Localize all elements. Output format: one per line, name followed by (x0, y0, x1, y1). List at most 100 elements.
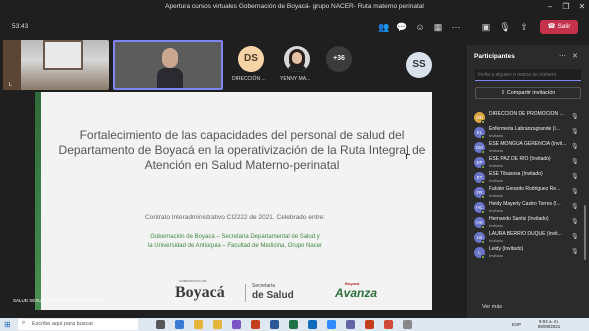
participant-tile-ds[interactable]: DS DIRECCIÓN ... (232, 46, 266, 82)
share-invite-button[interactable]: ⇪ Compartir invitación (475, 87, 581, 99)
participants-panel: Participantes ⋯ ✕ ⇪ Compartir invitación… (467, 45, 589, 318)
participant-tile-ss[interactable]: SS (406, 52, 432, 78)
mic-off-icon: 🎙 (571, 234, 579, 240)
avatar-body (288, 65, 306, 72)
participant-name: ESE PAZ DE RIO (Invitado) (489, 156, 551, 162)
participant-role: Invitado (489, 193, 504, 198)
clock-date: 09/09/2021 (537, 324, 561, 329)
list-item[interactable]: EL Enfermeria Labranzagrande (I... Invit… (473, 126, 583, 141)
speaker-body (157, 68, 183, 88)
panel-scrollbar[interactable] (584, 205, 586, 260)
avatar: DS (238, 46, 264, 72)
participant-name: Hernando Santiz (Invitado) (489, 216, 549, 222)
list-item[interactable]: EM ESE MONGUA GERENCIA (Invit... Invitad… (473, 141, 583, 156)
share-invite-label: Compartir invitación (506, 90, 556, 96)
mouse-cursor (406, 154, 410, 159)
maximize-icon[interactable]: ❐ (561, 2, 571, 12)
list-item[interactable]: FR Fabián Gerardo Rodriguez Re... Invita… (473, 186, 583, 201)
video-tile-label: L (9, 82, 12, 88)
file-explorer-icon[interactable] (213, 320, 222, 329)
participant-list: DD DIRECCIÓN DE PROMOCIÓN ... 🎙 EL Enfer… (473, 111, 583, 261)
mic-off-icon: 🎙 (571, 114, 579, 120)
speaker-video (157, 46, 183, 88)
app-icon[interactable] (403, 320, 412, 329)
title-bar: Apertura cursos virtuales Gobernación de… (0, 0, 589, 14)
presence-icon (481, 195, 485, 199)
mic-off-icon[interactable]: 🎙 (499, 21, 511, 33)
chat-icon[interactable]: 💬 (396, 21, 408, 33)
video-tile-1[interactable]: L (3, 40, 109, 90)
powerpoint-icon[interactable] (251, 320, 260, 329)
mic-off-icon: 🎙 (571, 204, 579, 210)
outlook-icon[interactable] (308, 320, 317, 329)
slide-parties: Gobernación de Boyacá – Secretaria Depar… (45, 233, 425, 251)
more-actions-icon[interactable]: ⋯ (450, 21, 462, 33)
taskbar-search[interactable]: Escribe aquí para buscar (18, 319, 138, 330)
participant-name: Heidy Mayerly Castro Torres (I... (489, 201, 561, 207)
list-item[interactable]: ET ESE Tibasosa (Invitado) Invitado 🎙 (473, 171, 583, 186)
onenote-icon[interactable] (232, 320, 241, 329)
search-icon: ⌕ (22, 320, 26, 326)
video-tile-speaker[interactable] (113, 40, 223, 90)
list-item[interactable]: L Leidy (Invitado) Invitado 🎙 (473, 246, 583, 261)
zoom-icon[interactable] (327, 320, 336, 329)
slide-accent-bar (35, 92, 41, 310)
clock[interactable]: 9:04 a. m. 09/09/2021 (532, 319, 566, 329)
see-more-link[interactable]: Ver más (482, 304, 502, 310)
participant-name: Leidy (Invitado) (489, 246, 524, 252)
list-item[interactable]: HC Heidy Mayerly Castro Torres (I... Inv… (473, 201, 583, 216)
participant-role: Invitado (489, 163, 504, 168)
close-icon[interactable]: ✕ (572, 52, 578, 60)
invite-input[interactable] (475, 69, 581, 81)
mic-off-icon: 🎙 (571, 249, 579, 255)
windows-start-icon[interactable]: ⊞ (4, 320, 13, 329)
avanza-logo: Avanza (335, 286, 378, 300)
reactions-icon[interactable]: ☺ (414, 21, 426, 33)
participant-role: Invitado (489, 253, 504, 258)
shared-slide: Fortalecimiento de las capacidades del p… (35, 92, 432, 310)
close-icon[interactable]: ✕ (577, 2, 587, 12)
excel-icon[interactable] (289, 320, 298, 329)
salud-label: de Salud (252, 290, 294, 301)
list-item[interactable]: HS Hernando Santiz (Invitado) Invitado 🎙 (473, 216, 583, 231)
participant-role: Invitado (489, 178, 504, 183)
participant-tile-yenny[interactable]: YENNY MA... (280, 46, 310, 82)
edge-icon[interactable] (175, 320, 184, 329)
list-item[interactable]: EP ESE PAZ DE RIO (Invitado) Invitado 🎙 (473, 156, 583, 171)
list-item[interactable]: DD DIRECCIÓN DE PROMOCIÓN ... 🎙 (473, 111, 583, 126)
task-view-icon[interactable] (156, 320, 165, 329)
chrome-icon[interactable] (194, 320, 203, 329)
powerpoint-window-icon[interactable] (365, 320, 374, 329)
language-indicator[interactable]: ESP (512, 322, 521, 327)
mic-off-icon: 🎙 (571, 219, 579, 225)
list-item[interactable]: LB LAURA BERRIO DUQUE (Invit... Invitado… (473, 231, 583, 246)
windows-taskbar: ⊞ Escribe aquí para buscar ⌕ ESP 9:04 a.… (0, 318, 589, 331)
participant-role: Invitado (489, 208, 504, 213)
participant-tile-name: DIRECCIÓN ... (232, 76, 266, 82)
video-background (43, 40, 83, 70)
mic-off-icon: 🎙 (571, 174, 579, 180)
presence-icon (481, 255, 485, 259)
meeting-toolbar: 53:43 👥 💬 ☺ ▦ ⋯ ▣ 🎙 ⇧ (0, 14, 589, 40)
share-tray-icon[interactable]: ⇧ (518, 21, 530, 33)
participant-role: Invitado (489, 223, 504, 228)
rooms-icon[interactable]: ▦ (432, 21, 444, 33)
teams-icon[interactable] (346, 320, 355, 329)
secretaria-label: Secretaría (252, 283, 276, 289)
logo-divider (245, 284, 246, 302)
more-participants-tile[interactable]: +36 (326, 46, 352, 72)
leave-button[interactable]: ☎ Salir (540, 20, 578, 34)
meeting-timer: 53:43 (12, 23, 29, 30)
presence-icon (481, 180, 485, 184)
participants-icon[interactable]: 👥 (378, 21, 390, 33)
app-icon[interactable] (384, 320, 393, 329)
participant-role: Invitado (489, 133, 504, 138)
camera-off-icon[interactable]: ▣ (480, 21, 492, 33)
participant-name: DIRECCIÓN DE PROMOCIÓN ... (489, 111, 564, 117)
presence-icon (481, 225, 485, 229)
minimize-icon[interactable]: – (545, 2, 555, 12)
word-icon[interactable] (270, 320, 279, 329)
speaker-face (162, 48, 178, 68)
boyaca-logo: Boyacá (175, 284, 225, 301)
more-options-icon[interactable]: ⋯ (559, 52, 566, 60)
